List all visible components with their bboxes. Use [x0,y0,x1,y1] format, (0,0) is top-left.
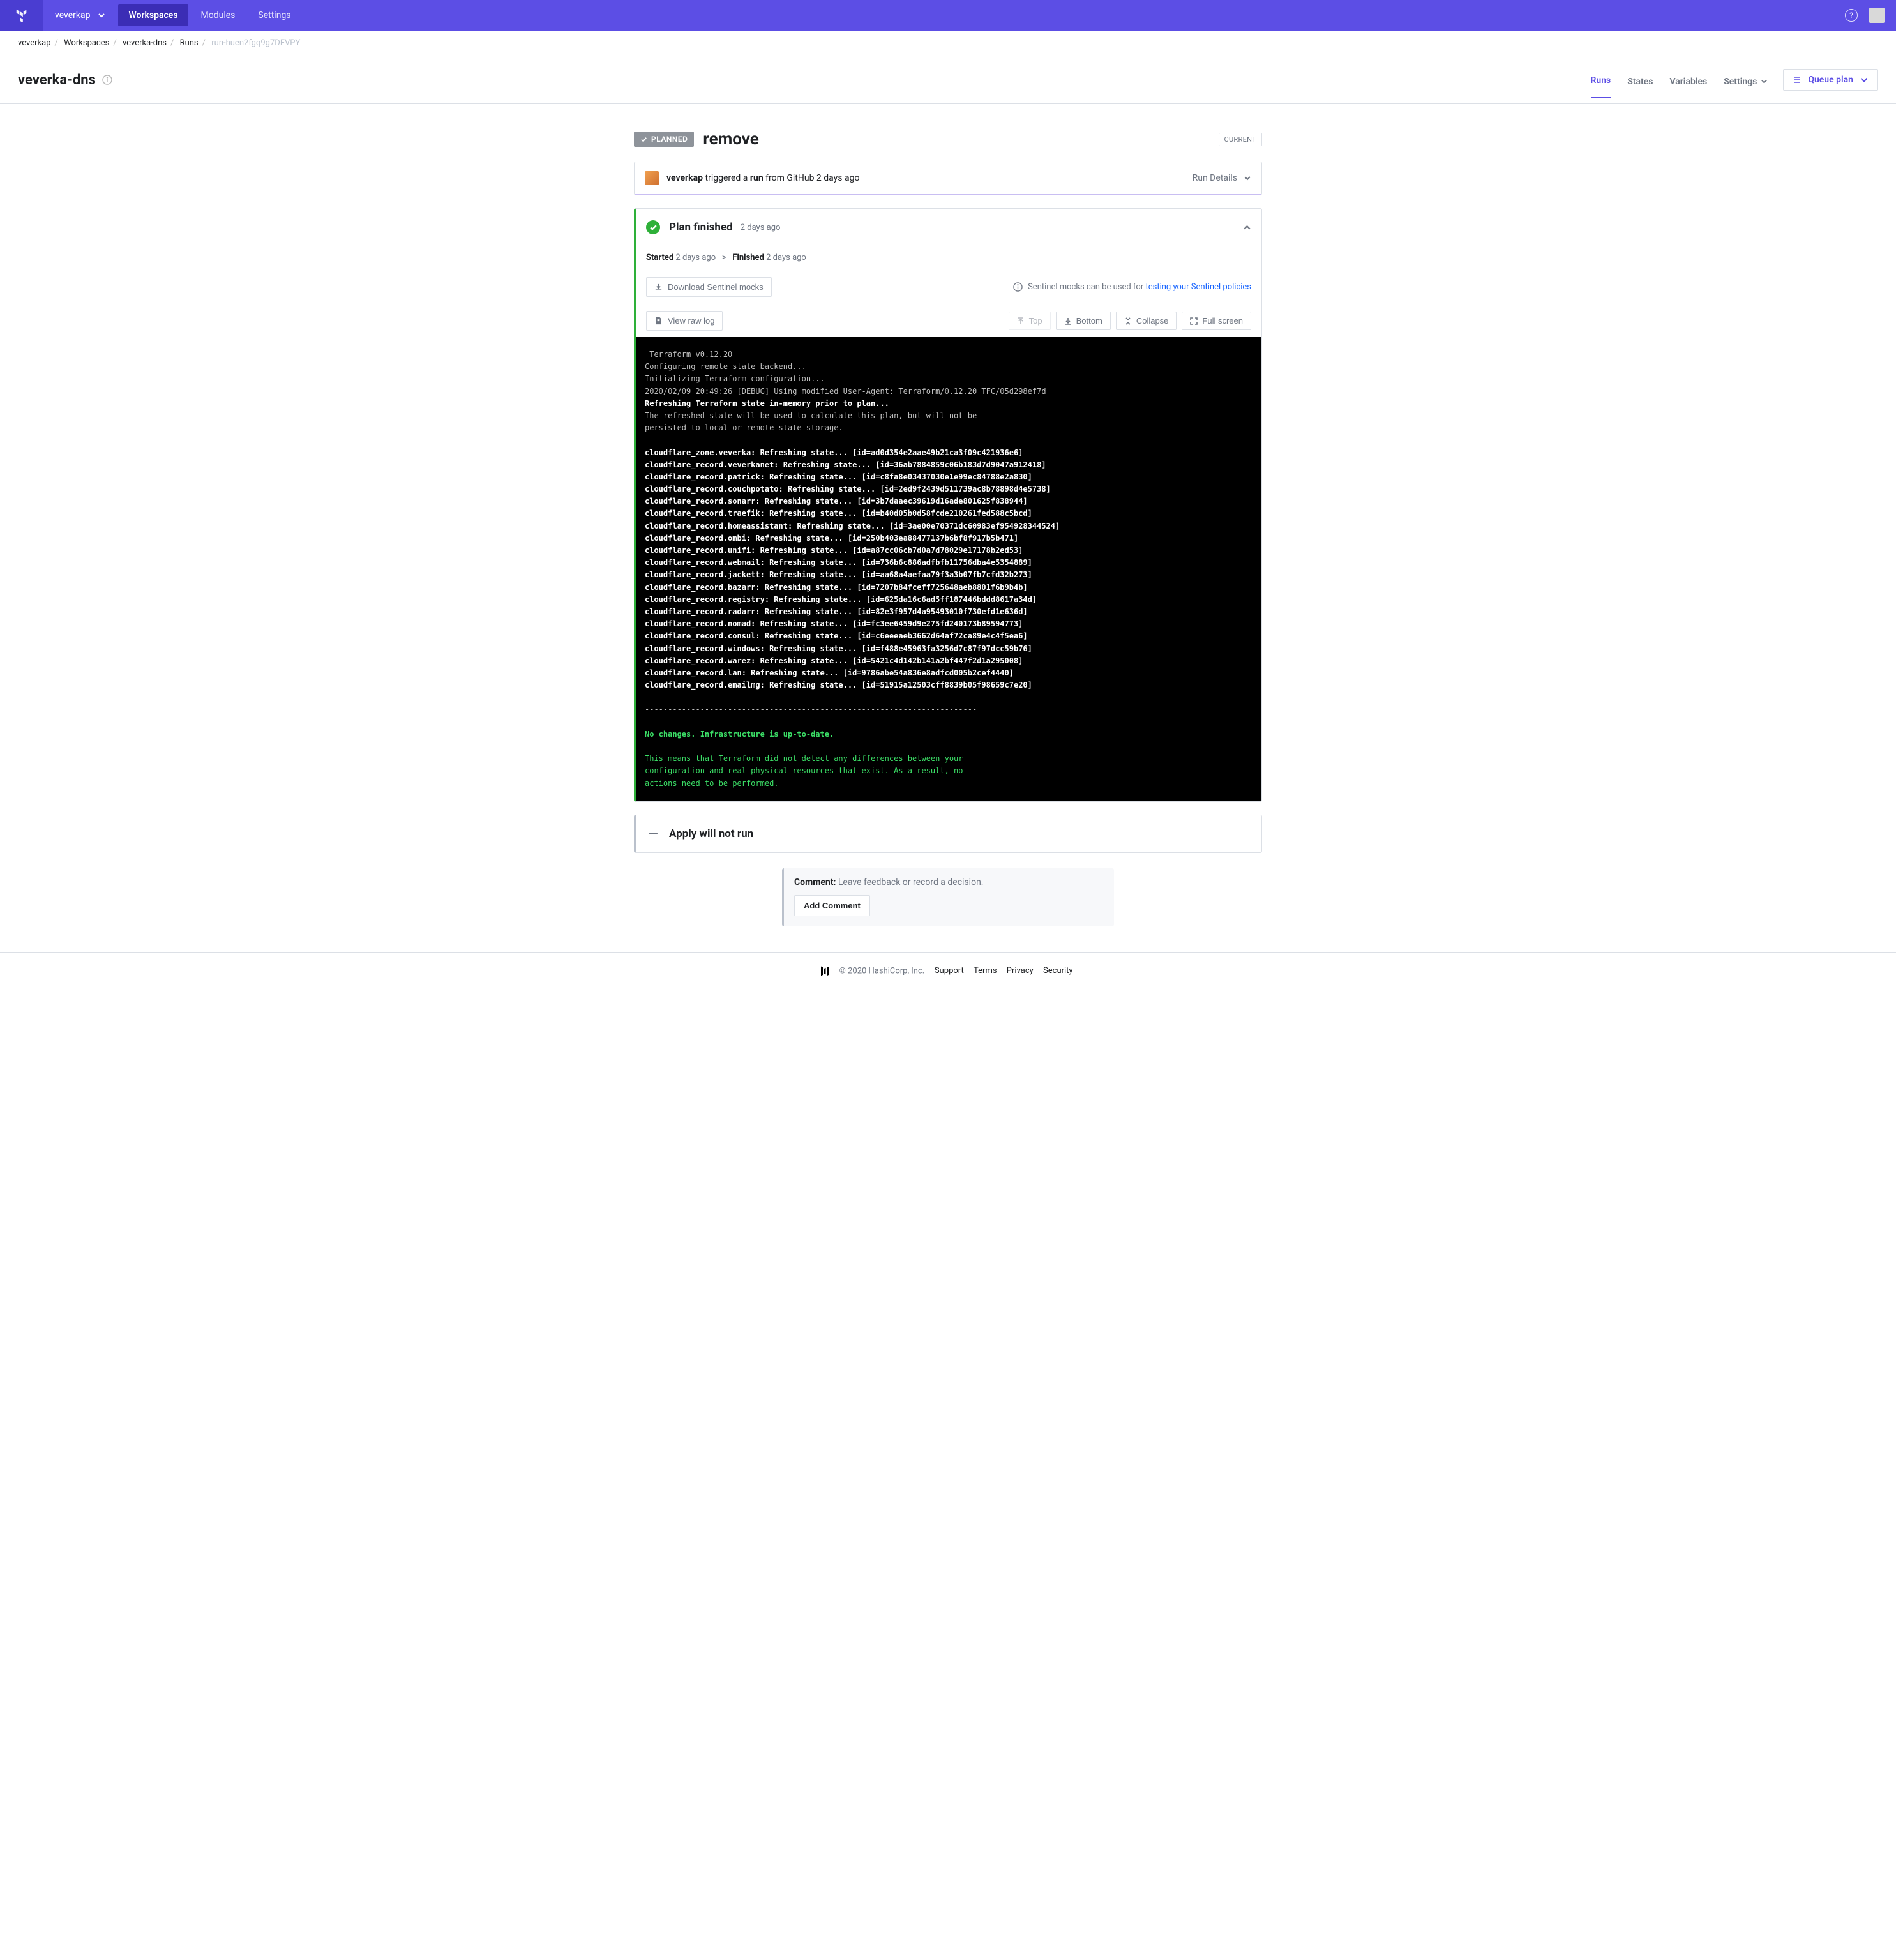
info-icon[interactable] [102,75,112,85]
view-raw-log-button[interactable]: View raw log [646,311,723,331]
sentinel-link[interactable]: testing your Sentinel policies [1145,282,1251,292]
ws-tab-states[interactable]: States [1627,77,1653,98]
workspace-tabs: Runs States Variables Settings [1591,75,1768,85]
plan-time: 2 days ago [741,223,781,232]
raw-log-label: View raw log [668,316,714,326]
comment-card: Comment: Leave feedback or record a deci… [782,868,1114,926]
chevron-down-icon [1860,75,1869,84]
apply-card: — Apply will not run [634,815,1262,853]
document-icon [654,317,663,325]
collapse-button[interactable]: Collapse [1116,312,1177,330]
user-avatar[interactable] [1869,8,1885,23]
crumb-workspaces[interactable]: Workspaces [64,38,109,48]
chevron-up-icon [1243,223,1251,232]
plan-card: Plan finished 2 days ago Started 2 days … [634,208,1262,802]
collapse-label: Collapse [1136,316,1169,326]
workspace-title: veverka-dns [18,72,96,88]
chevron-down-icon [1761,78,1768,85]
queue-icon [1793,75,1802,84]
footer-support[interactable]: Support [935,966,964,976]
fullscreen-label: Full screen [1202,316,1243,326]
status-text: PLANNED [651,135,688,144]
sentinel-info: Sentinel mocks can be used for testing y… [1013,282,1251,292]
tab-workspaces[interactable]: Workspaces [118,4,188,26]
queue-plan-label: Queue plan [1808,75,1853,85]
hashicorp-logo [819,965,831,977]
org-selector[interactable]: veverkap [43,10,117,20]
minus-icon: — [646,827,660,841]
terminal-output: Terraform v0.12.20 Configuring remote st… [636,337,1261,801]
plan-title: Plan finished [669,221,733,234]
top-label: Top [1029,316,1042,326]
run-title-row: PLANNED remove CURRENT [634,130,1262,149]
breadcrumbs: veverkap/ Workspaces/ veverka-dns/ Runs/… [0,31,1896,56]
tab-settings[interactable]: Settings [248,4,301,26]
footer-terms[interactable]: Terms [974,966,997,976]
crumb-workspace[interactable]: veverka-dns [123,38,167,48]
run-details-label: Run Details [1193,173,1237,183]
help-icon[interactable]: ? [1845,9,1858,22]
plan-meta: Started 2 days ago > Finished 2 days ago [636,246,1261,269]
fullscreen-icon [1190,317,1198,325]
chevron-down-icon [98,11,105,19]
add-comment-button[interactable]: Add Comment [794,895,870,916]
tab-modules[interactable]: Modules [191,4,246,26]
ws-tab-runs[interactable]: Runs [1591,75,1611,98]
footer-privacy[interactable]: Privacy [1007,966,1034,976]
org-name: veverkap [55,10,90,20]
plan-actions: Download Sentinel mocks Sentinel mocks c… [636,269,1261,305]
run-details-button[interactable]: Run Details [1193,173,1251,183]
triggered-by-avatar [645,171,659,185]
crumb-current: run-huen2fgq9g7DFVPY [211,38,300,48]
success-icon [646,220,660,234]
footer-security[interactable]: Security [1043,966,1073,976]
queue-plan-button[interactable]: Queue plan [1783,69,1878,91]
apply-header[interactable]: — Apply will not run [636,815,1261,852]
workspace-header: veverka-dns Runs States Variables Settin… [0,56,1896,104]
bottom-label: Bottom [1076,316,1102,326]
download-icon [654,283,663,291]
ws-tab-variables[interactable]: Variables [1669,77,1707,98]
current-badge: CURRENT [1219,133,1262,146]
plan-header[interactable]: Plan finished 2 days ago [636,209,1261,246]
topbar-tabs: Workspaces Modules Settings [117,0,302,31]
ws-tab-settings[interactable]: Settings [1724,77,1768,98]
crumb-runs[interactable]: Runs [180,38,199,48]
info-icon [1013,282,1023,292]
apply-title: Apply will not run [669,827,753,840]
chevron-down-icon [1244,174,1251,182]
terraform-logo[interactable] [0,0,43,31]
arrow-down-icon [1064,317,1072,325]
download-label: Download Sentinel mocks [668,282,764,292]
run-header-card: veverkap triggered a run from GitHub 2 d… [634,162,1262,195]
run-header-text: veverkap triggered a run from GitHub 2 d… [666,173,859,183]
topbar: veverkap Workspaces Modules Settings ? [0,0,1896,31]
arrow-up-icon [1017,317,1025,325]
run-title: remove [703,130,758,149]
copyright: © 2020 HashiCorp, Inc. [839,966,925,976]
log-toolbar: View raw log Top Bottom Collapse Full s [636,305,1261,337]
fullscreen-button[interactable]: Full screen [1182,312,1251,330]
status-badge: PLANNED [634,132,694,147]
ws-settings-label: Settings [1724,77,1757,87]
footer: © 2020 HashiCorp, Inc. Support Terms Pri… [0,952,1896,990]
check-icon [640,136,647,143]
topbar-right: ? [1845,8,1896,23]
crumb-org[interactable]: veverkap [18,38,51,48]
download-sentinel-button[interactable]: Download Sentinel mocks [646,277,772,297]
comment-label: Comment: Leave feedback or record a deci… [794,877,1104,887]
bottom-button[interactable]: Bottom [1056,312,1111,330]
collapse-icon [1124,317,1132,325]
top-button[interactable]: Top [1009,312,1051,330]
